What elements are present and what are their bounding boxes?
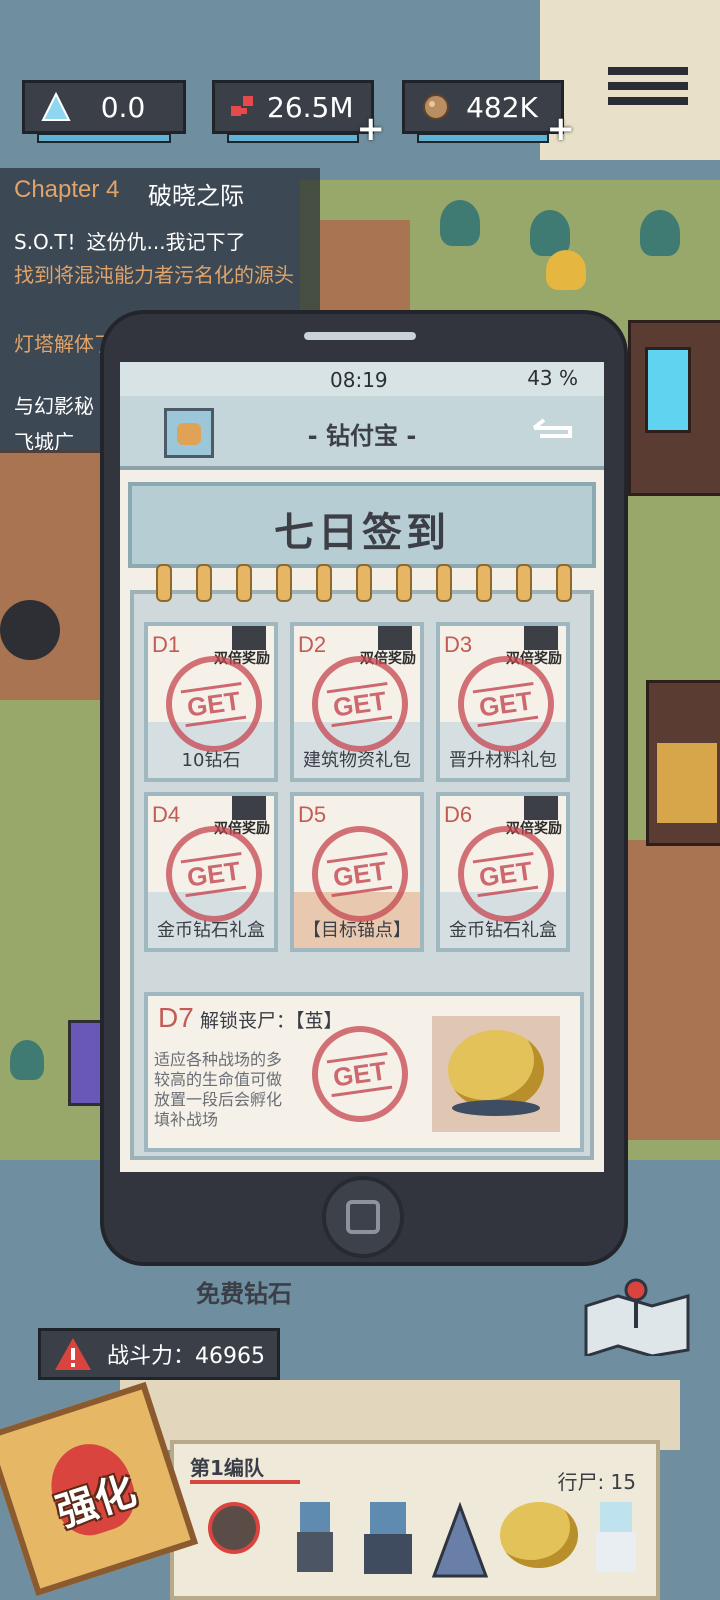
- building-generator[interactable]: [628, 320, 720, 496]
- clock: 08:19: [330, 368, 388, 392]
- binder-ring: [516, 564, 532, 602]
- quest-item[interactable]: 飞城广: [14, 426, 74, 450]
- binder-ring: [316, 564, 332, 602]
- team-unit-4[interactable]: [430, 1501, 489, 1580]
- binder-ring: [556, 564, 572, 602]
- tree: [10, 1040, 44, 1080]
- cells-icon: [229, 90, 259, 124]
- binder-ring: [276, 564, 292, 602]
- quest-item[interactable]: 找到将混沌能力者污名化的源头: [14, 264, 304, 286]
- back-icon[interactable]: [530, 418, 574, 444]
- day-number: D6: [444, 802, 473, 827]
- get-stamp: GET: [458, 826, 554, 922]
- cocoon-image: [432, 1016, 560, 1132]
- cells-bar: [227, 133, 359, 143]
- get-stamp: GET: [166, 656, 262, 752]
- team-name: 第1编队: [190, 1456, 264, 1480]
- battery: 43 %: [527, 366, 578, 390]
- chapter-number: Chapter 4: [14, 176, 120, 203]
- world-map-icon[interactable]: [582, 1276, 692, 1359]
- team-unit-2[interactable]: [290, 1502, 342, 1580]
- cells-counter[interactable]: 26.5M +: [212, 80, 385, 149]
- tree: [440, 200, 480, 246]
- get-stamp: GET: [312, 1026, 408, 1122]
- app-header: - 钻付宝 -: [120, 396, 604, 470]
- quest-item[interactable]: 与幻影秘: [14, 390, 94, 419]
- crystal-bar: [37, 133, 171, 143]
- get-stamp: GET: [312, 656, 408, 752]
- crystal-icon: [39, 90, 73, 124]
- warning-icon: [53, 1336, 93, 1372]
- add-cells-button[interactable]: +: [357, 109, 386, 149]
- ore-icon: [419, 90, 453, 124]
- signin-title: 七日签到: [274, 510, 450, 556]
- day-number: D7: [158, 1002, 194, 1033]
- ore-counter[interactable]: 482K +: [402, 80, 575, 149]
- phone-speaker: [304, 332, 416, 340]
- reward-title: 解锁丧尸：【茧】: [200, 1010, 343, 1032]
- add-ore-button[interactable]: +: [547, 109, 576, 149]
- quest-item[interactable]: 灯塔解体了: [14, 328, 114, 357]
- binder-ring: [196, 564, 212, 602]
- binder-ring: [236, 564, 252, 602]
- video-flag-icon: [232, 626, 266, 650]
- day-number: D5: [298, 802, 327, 827]
- binder-ring: [436, 564, 452, 602]
- video-flag-icon: [524, 796, 558, 820]
- video-flag-icon: [524, 626, 558, 650]
- get-stamp: GET: [166, 826, 262, 922]
- dirt-patch: [320, 220, 410, 310]
- day-card-5[interactable]: D5 【目标锚点】 GET: [290, 792, 424, 952]
- get-stamp: GET: [458, 656, 554, 752]
- team-unit-1[interactable]: [208, 1502, 260, 1580]
- video-flag-icon: [378, 626, 412, 650]
- ore-bar: [417, 133, 549, 143]
- day-number: D4: [152, 802, 181, 827]
- team-underline: [190, 1480, 300, 1484]
- binder-ring: [356, 564, 372, 602]
- free-diamond-label[interactable]: 免费钻石: [196, 1274, 292, 1309]
- day-card-6[interactable]: D6 双倍奖励 金币钻石礼盒 GET: [436, 792, 570, 952]
- signin-banner: 七日签到: [128, 482, 596, 568]
- dirt-strip-left: [0, 450, 110, 710]
- menu-icon[interactable]: [608, 60, 688, 130]
- day-number: D3: [444, 632, 473, 657]
- combat-power-value: 战斗力：46965: [107, 1344, 265, 1369]
- reward-description: 适应各种战场的多 较高的生命值可做 放置一段后会孵化 填补战场: [154, 1050, 283, 1129]
- zombie-count: 行尸: 15: [557, 1470, 636, 1494]
- building-turret[interactable]: [0, 600, 60, 660]
- team-panel[interactable]: 第1编队 行尸: 15: [170, 1440, 660, 1600]
- team-unit-6[interactable]: [590, 1502, 642, 1580]
- building-shop[interactable]: [646, 680, 720, 846]
- team-unit-3[interactable]: [362, 1502, 414, 1580]
- day-number: D2: [298, 632, 327, 657]
- day-card-2[interactable]: D2 双倍奖励 建筑物资礼包 GET: [290, 622, 424, 782]
- quest-item[interactable]: S.O.T！这份仇...我记下了: [14, 226, 246, 255]
- signin-calendar: D1 双倍奖励 10钻石 GET D2 双倍奖励 建筑物资礼包 GET D3 双…: [130, 564, 594, 1160]
- get-stamp: GET: [312, 826, 408, 922]
- phone-device: 08:19 43 % - 钻付宝 - 七日签到 D1 双倍奖励 10钻石 GET…: [100, 310, 628, 1266]
- day-card-3[interactable]: D3 双倍奖励 晋升材料礼包 GET: [436, 622, 570, 782]
- video-flag-icon: [232, 796, 266, 820]
- binder-ring: [476, 564, 492, 602]
- tree: [640, 210, 680, 256]
- day-card-7[interactable]: D7 解锁丧尸：【茧】 适应各种战场的多 较高的生命值可做 放置一段后会孵化 填…: [144, 992, 584, 1152]
- crystal-counter[interactable]: 0.0: [22, 80, 186, 143]
- phone-screen: 08:19 43 % - 钻付宝 - 七日签到 D1 双倍奖励 10钻石 GET…: [120, 362, 604, 1172]
- binder-ring: [396, 564, 412, 602]
- crystal-value: 0.0: [100, 90, 146, 124]
- home-button[interactable]: [322, 1176, 404, 1258]
- chapter-name: 破晓之际: [148, 182, 244, 210]
- combat-power: 战斗力：46965: [38, 1328, 280, 1380]
- day-number: D1: [152, 632, 181, 657]
- tree-yellow: [546, 250, 586, 290]
- day-card-1[interactable]: D1 双倍奖励 10钻石 GET: [144, 622, 278, 782]
- team-unit-cocoon[interactable]: [500, 1502, 580, 1580]
- day-card-4[interactable]: D4 双倍奖励 金币钻石礼盒 GET: [144, 792, 278, 952]
- status-bar: 08:19 43 %: [120, 362, 604, 396]
- binder-ring: [156, 564, 172, 602]
